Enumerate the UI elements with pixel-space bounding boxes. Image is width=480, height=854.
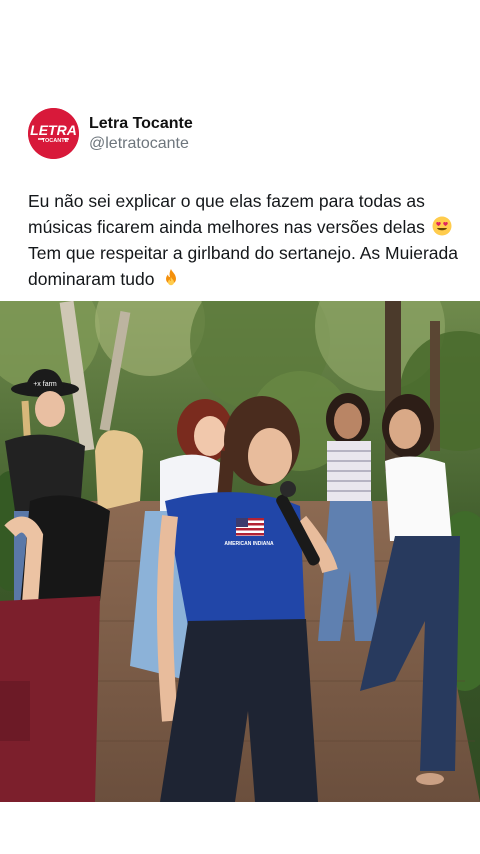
post-photo[interactable]: +x farm AMERICAN INDIANA: [0, 301, 480, 802]
post-header: LETRA TOCANTE Letra Tocante @letratocant…: [28, 108, 193, 159]
author-display-name[interactable]: Letra Tocante: [89, 114, 193, 134]
fire-emoji-icon: [166, 269, 177, 286]
heart-eyes-emoji-icon: [432, 216, 452, 236]
avatar[interactable]: LETRA TOCANTE: [28, 108, 79, 159]
caption-text-part-1: Eu não sei explicar o que elas fazem par…: [28, 191, 430, 237]
svg-text:LETRA: LETRA: [30, 122, 77, 138]
post-screen: LETRA TOCANTE Letra Tocante @letratocant…: [0, 0, 480, 854]
group-singing-photo: +x farm AMERICAN INDIANA: [0, 301, 480, 802]
author-names: Letra Tocante @letratocante: [89, 114, 193, 154]
shirt-print-text: AMERICAN INDIANA: [224, 541, 274, 547]
author-handle[interactable]: @letratocante: [89, 134, 193, 154]
post-caption: Eu não sei explicar o que elas fazem par…: [28, 188, 458, 292]
hat-logo-text: +x farm: [33, 381, 57, 388]
letra-tocante-logo-icon: LETRA TOCANTE: [28, 108, 79, 159]
